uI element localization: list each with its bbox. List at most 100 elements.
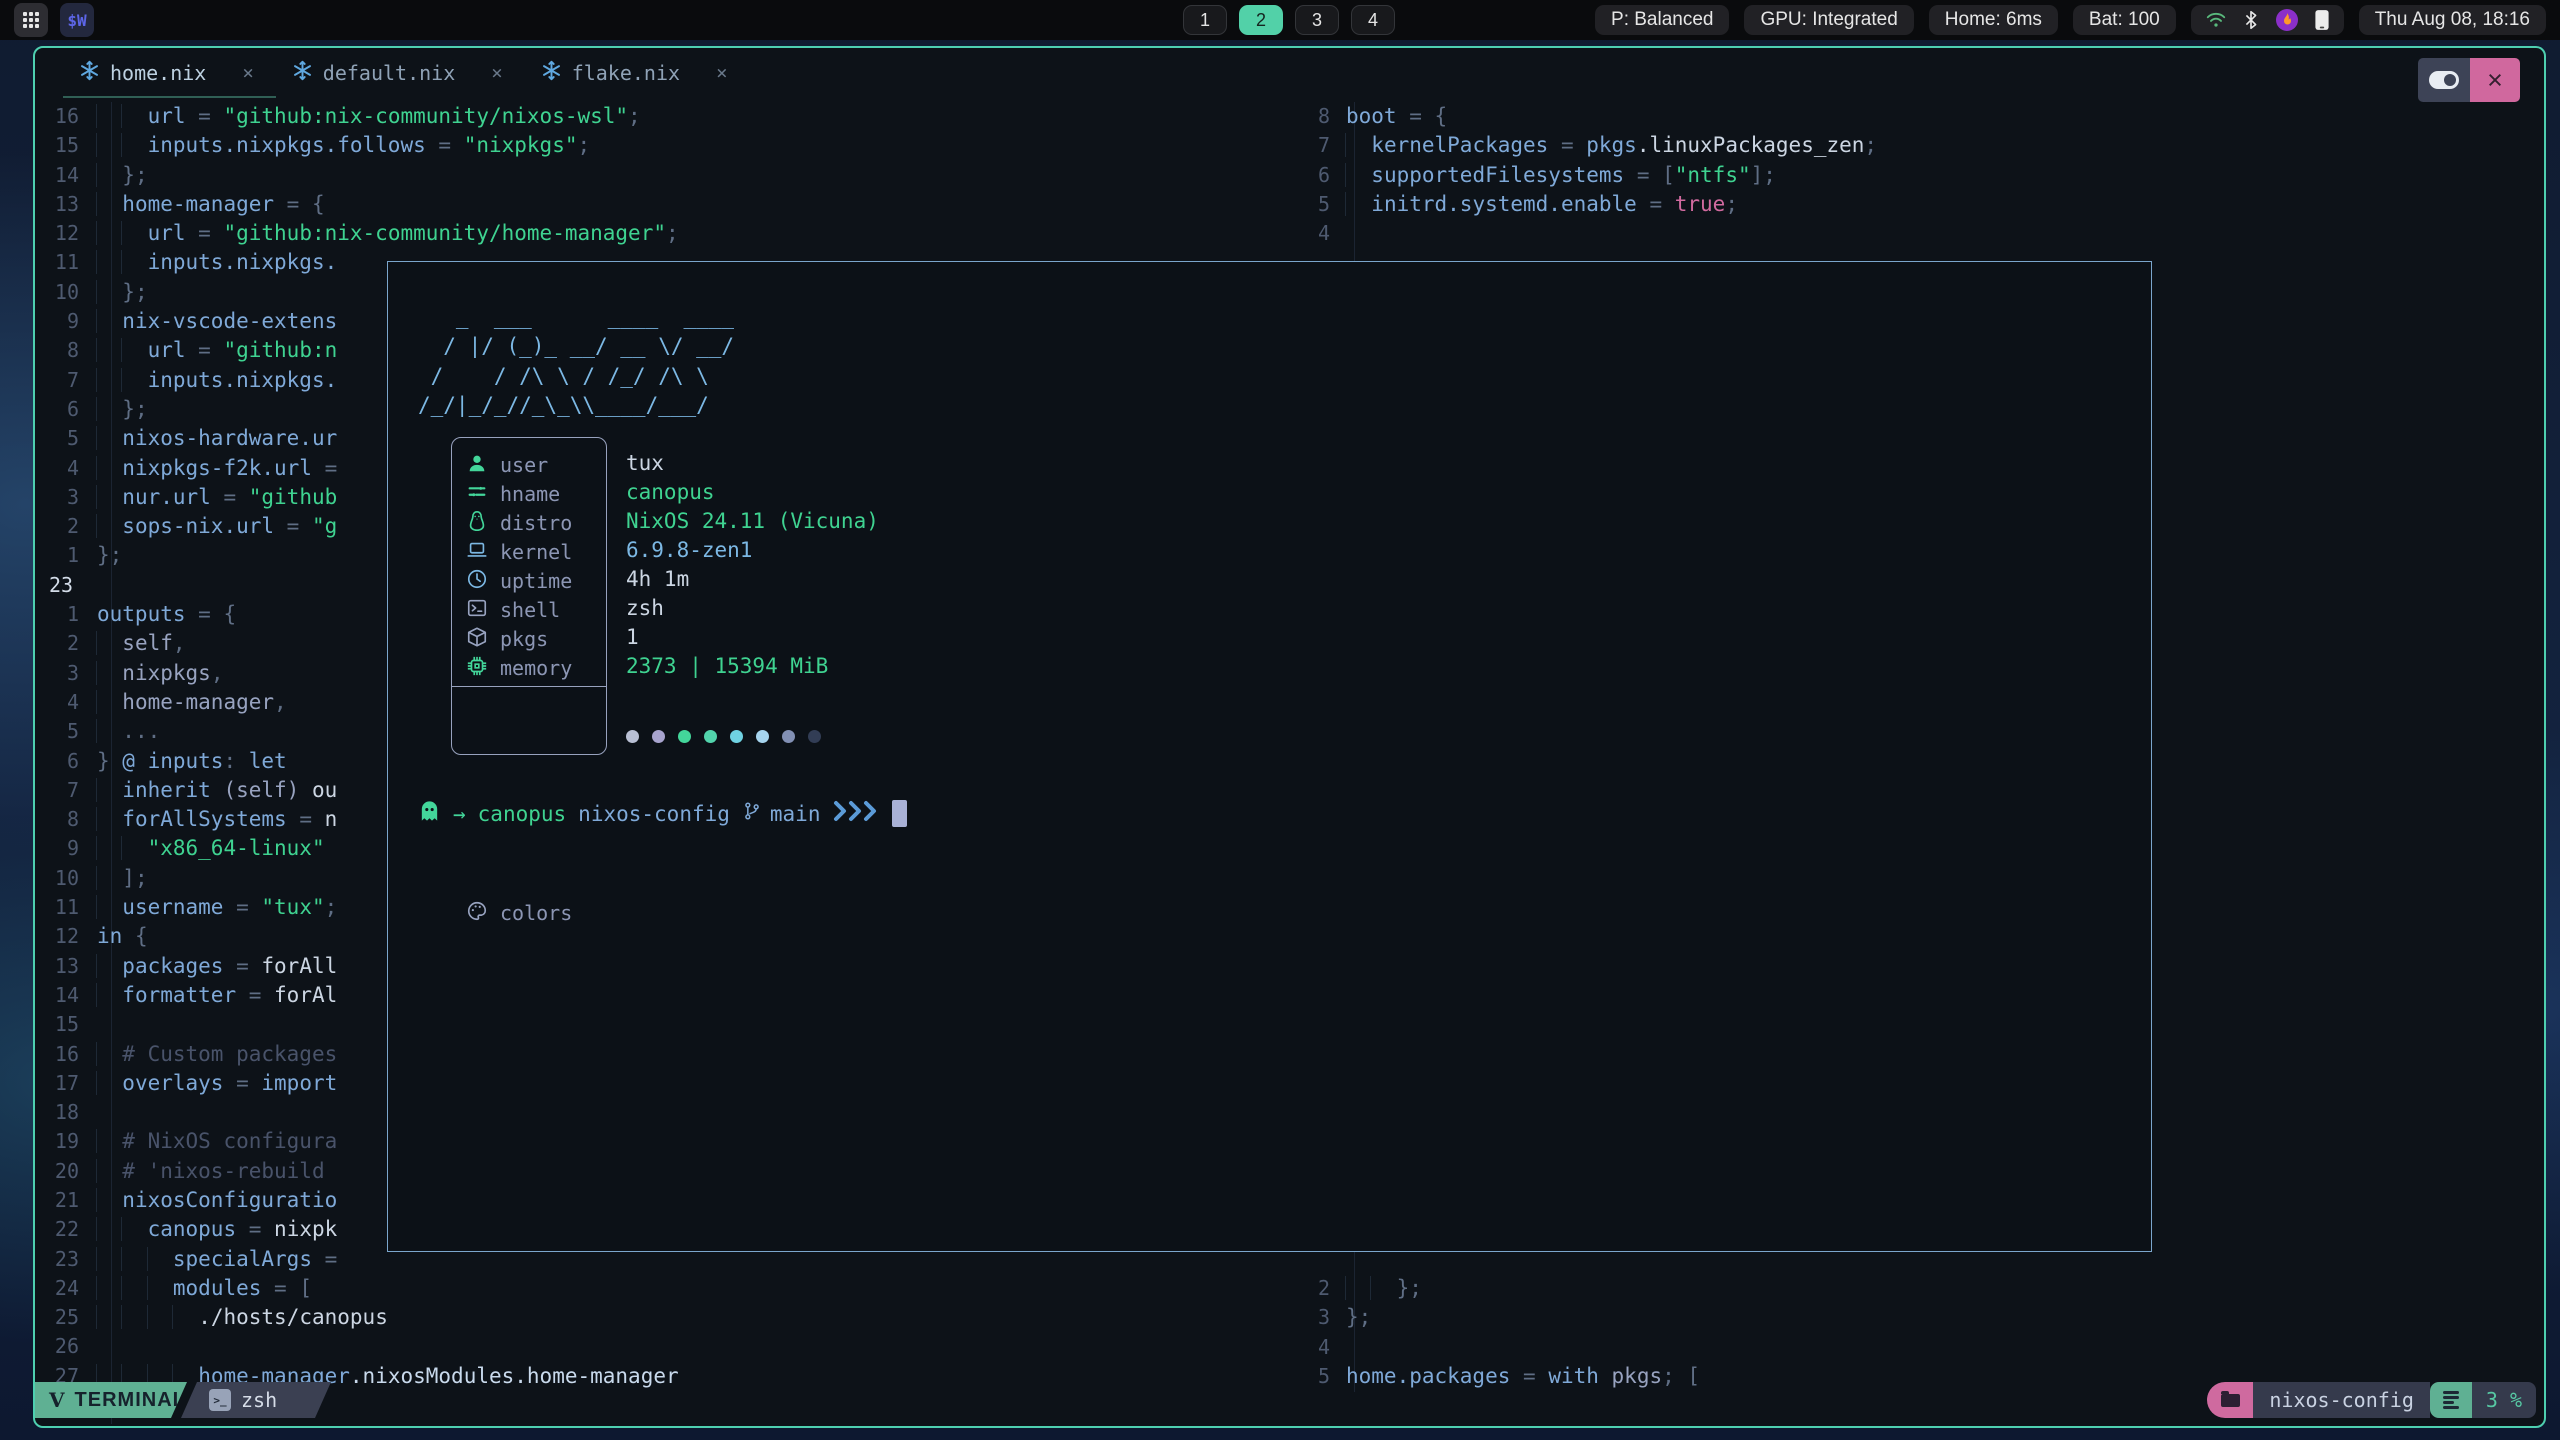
app-launcher-button[interactable] (14, 3, 48, 37)
code-text: nixosConfiguratio (97, 1186, 337, 1215)
float-toggle-button[interactable] (2418, 58, 2470, 102)
line-number: 5 (47, 424, 97, 453)
code-line[interactable]: 15 inputs.nixpkgs.follows = "nixpkgs"; (47, 131, 1327, 160)
system-tray (2191, 5, 2344, 35)
code-text: # NixOS configura (97, 1127, 337, 1156)
line-number: 2 (1312, 1274, 1346, 1303)
tab-close-icon[interactable]: × (491, 62, 502, 84)
workspace-button-2[interactable]: 2 (1239, 5, 1283, 35)
code-text: canopus = nixpk (97, 1215, 337, 1244)
code-line[interactable]: 13 home-manager = { (47, 190, 1327, 219)
line-number: 2 (47, 629, 97, 658)
code-line[interactable]: 7 kernelPackages = pkgs.linuxPackages_ze… (1312, 131, 2512, 160)
palette-dots (626, 722, 821, 751)
line-number: 3 (47, 659, 97, 688)
tab-default.nix[interactable]: default.nix× (276, 48, 525, 98)
line-number: 16 (47, 1040, 97, 1069)
line-number: 15 (47, 1010, 97, 1039)
window-close-button[interactable]: × (2470, 58, 2520, 102)
network-icon[interactable] (2205, 9, 2227, 31)
tab-flake.nix[interactable]: flake.nix× (525, 48, 750, 98)
line-number: 11 (47, 248, 97, 277)
shell-prompt[interactable]: → canopus nixos-config main (418, 799, 907, 828)
code-text: ... (97, 717, 160, 746)
toggle-icon (2429, 71, 2459, 89)
code-line[interactable]: 4 (1312, 1333, 2512, 1362)
fetch-value-hname: canopus (626, 478, 879, 507)
code-text: # 'nixos-rebuild (97, 1157, 325, 1186)
code-text: inputs.nixpkgs. (97, 366, 337, 395)
line-number: 3 (47, 483, 97, 512)
code-text: forAllSystems = n (97, 805, 337, 834)
sliders-icon (466, 481, 488, 507)
line-number: 23 (47, 1245, 97, 1274)
code-line[interactable]: 5 initrd.systemd.enable = true; (1312, 190, 2512, 219)
ping-pill[interactable]: Home: 6ms (1929, 5, 2058, 35)
tab-close-icon[interactable]: × (716, 62, 727, 84)
fetch-label: memory (500, 656, 572, 680)
tab-close-icon[interactable]: × (242, 62, 253, 84)
workspace-button-4[interactable]: 4 (1351, 5, 1395, 35)
fetch-row-shell: shell (452, 595, 606, 624)
gpu-pill[interactable]: GPU: Integrated (1744, 5, 1913, 35)
laptop-icon (466, 539, 488, 565)
window-app-badge[interactable]: $W (60, 3, 94, 37)
code-text: # Custom packages (97, 1040, 337, 1069)
line-number: 20 (47, 1157, 97, 1186)
line-number: 10 (47, 864, 97, 893)
prompt-host: canopus (478, 802, 567, 826)
line-number: 1 (47, 541, 97, 570)
code-text: username = "tux"; (97, 893, 337, 922)
battery-pill[interactable]: Bat: 100 (2073, 5, 2176, 35)
palette-icon (466, 900, 488, 926)
code-text: home.packages = with pkgs; [ (1346, 1362, 1700, 1391)
fetch-label: uptime (500, 569, 572, 593)
code-line[interactable]: 2 }; (1312, 1274, 2512, 1303)
code-line[interactable]: 3}; (1312, 1303, 2512, 1332)
statusline-mode-segment: V TERMINAL (35, 1382, 187, 1418)
line-number: 5 (1312, 1362, 1346, 1391)
palette-dot (704, 730, 717, 743)
fetch-row-kernel: kernel (452, 537, 606, 566)
vim-icon: V (49, 1388, 66, 1412)
line-number: 21 (47, 1186, 97, 1215)
fetch-label: distro (500, 511, 572, 535)
line-number: 15 (47, 131, 97, 160)
code-text: specialArgs = (97, 1245, 337, 1274)
statusline-right-pill: nixos-config 3 % (2207, 1382, 2536, 1418)
code-line[interactable]: 8boot = { (1312, 102, 2512, 131)
code-line[interactable]: 16 url = "github:nix-community/nixos-wsl… (47, 102, 1327, 131)
power-profile-pill[interactable]: P: Balanced (1595, 5, 1729, 35)
palette-dot (756, 730, 769, 743)
code-line[interactable]: 25 ./hosts/canopus (47, 1303, 1327, 1332)
code-text: self, (97, 629, 186, 658)
line-number: 16 (47, 102, 97, 131)
palette-dot (808, 730, 821, 743)
line-number: 5 (1312, 190, 1346, 219)
tab-home.nix[interactable]: home.nix× (63, 48, 276, 98)
line-number: 2 (47, 512, 97, 541)
line-number: 25 (47, 1303, 97, 1332)
floating-terminal[interactable]: _ ___ ____ ____ / |/ (_)_ __/ __ \/ __/ … (387, 261, 2152, 1252)
code-text: home-manager, (97, 688, 287, 717)
code-text: supportedFilesystems = ["ntfs"]; (1346, 161, 1776, 190)
code-line[interactable]: 12 url = "github:nix-community/home-mana… (47, 219, 1327, 248)
phone-icon[interactable] (2314, 9, 2330, 31)
code-line[interactable]: 24 modules = [ (47, 1274, 1327, 1303)
code-text: modules = [ (97, 1274, 312, 1303)
code-text: home-manager = { (97, 190, 325, 219)
workspace-button-3[interactable]: 3 (1295, 5, 1339, 35)
workspace-button-1[interactable]: 1 (1183, 5, 1227, 35)
code-line[interactable]: 4 (1312, 219, 2512, 248)
palette-dot (730, 730, 743, 743)
clock[interactable]: Thu Aug 08, 18:16 (2359, 5, 2546, 35)
code-line[interactable]: 6 supportedFilesystems = ["ntfs"]; (1312, 161, 2512, 190)
code-text: initrd.systemd.enable = true; (1346, 190, 1738, 219)
code-text: ./hosts/canopus (97, 1303, 388, 1332)
bluetooth-icon[interactable] (2242, 9, 2260, 31)
notification-flame-icon[interactable] (2275, 8, 2299, 32)
code-text: }; (1346, 1274, 1422, 1303)
code-line[interactable]: 14 }; (47, 161, 1327, 190)
code-line[interactable]: 26 (47, 1332, 1327, 1361)
topbar-left-group: $W (14, 3, 94, 37)
